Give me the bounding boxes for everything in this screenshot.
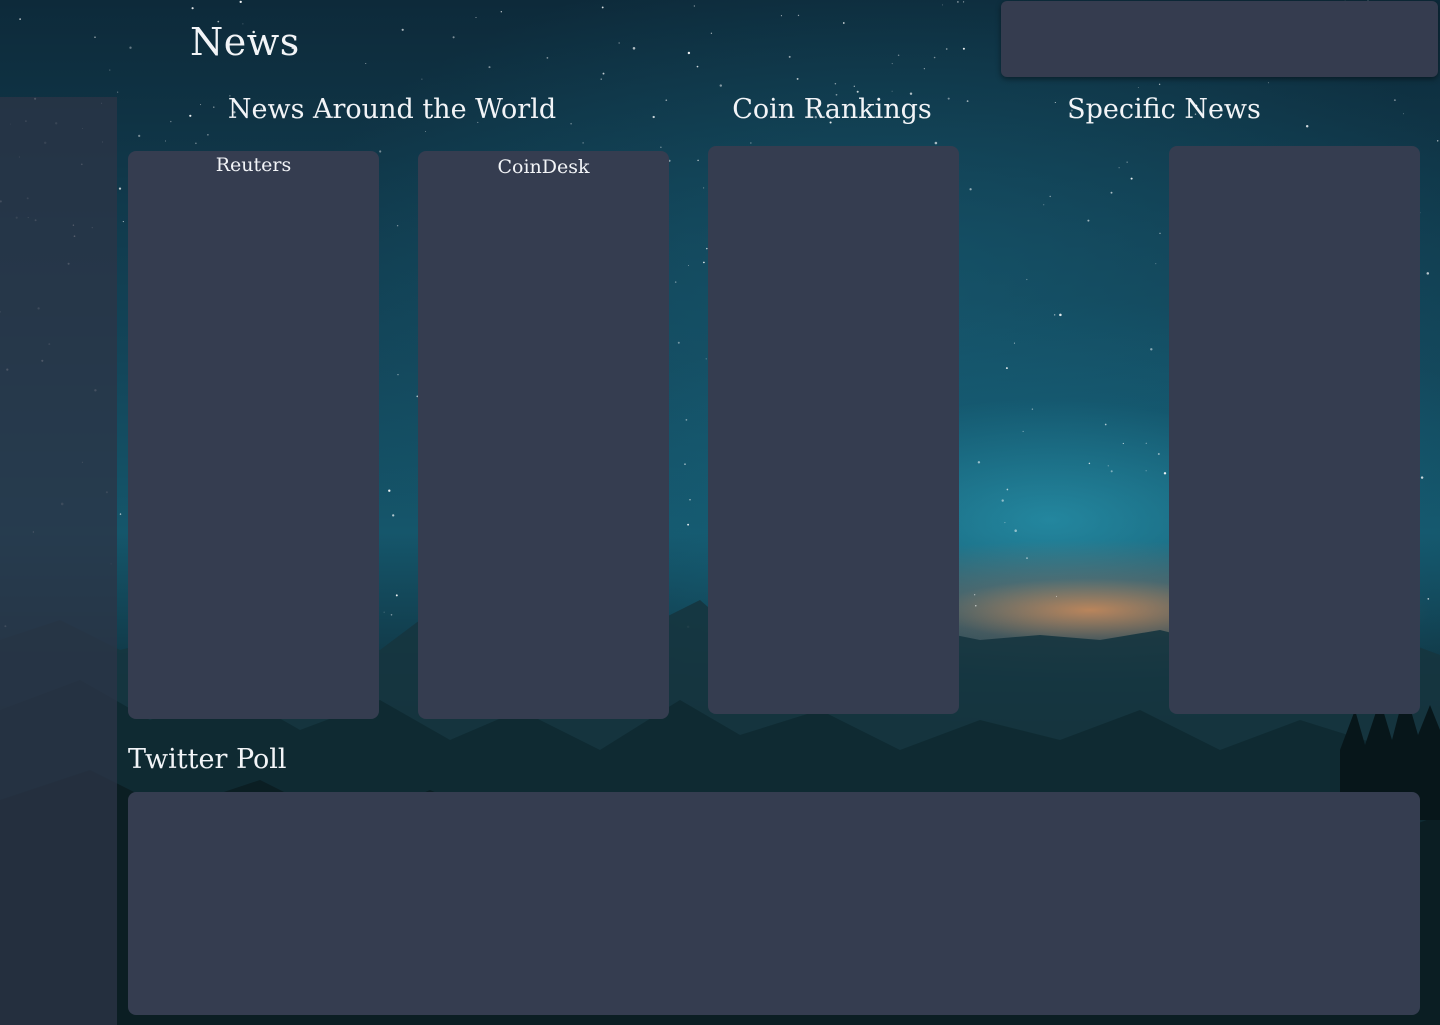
coindesk-feed-panel[interactable]: CoinDesk [418,151,669,719]
twitter-poll-heading: Twitter Poll [128,744,287,775]
page-title: News [190,20,300,64]
top-right-panel [1001,1,1438,77]
reuters-feed-panel[interactable]: Reuters [128,151,379,719]
news-around-world-heading: News Around the World [227,94,557,125]
specific-news-heading: Specific News [1067,94,1261,125]
reuters-feed-label: Reuters [215,154,292,176]
coindesk-feed-label: CoinDesk [497,156,590,178]
twitter-poll-panel[interactable] [128,792,1420,1015]
sidebar [0,97,117,1025]
coin-rankings-panel[interactable] [708,146,959,714]
specific-news-panel[interactable] [1169,146,1420,714]
coin-rankings-heading: Coin Rankings [732,94,932,125]
